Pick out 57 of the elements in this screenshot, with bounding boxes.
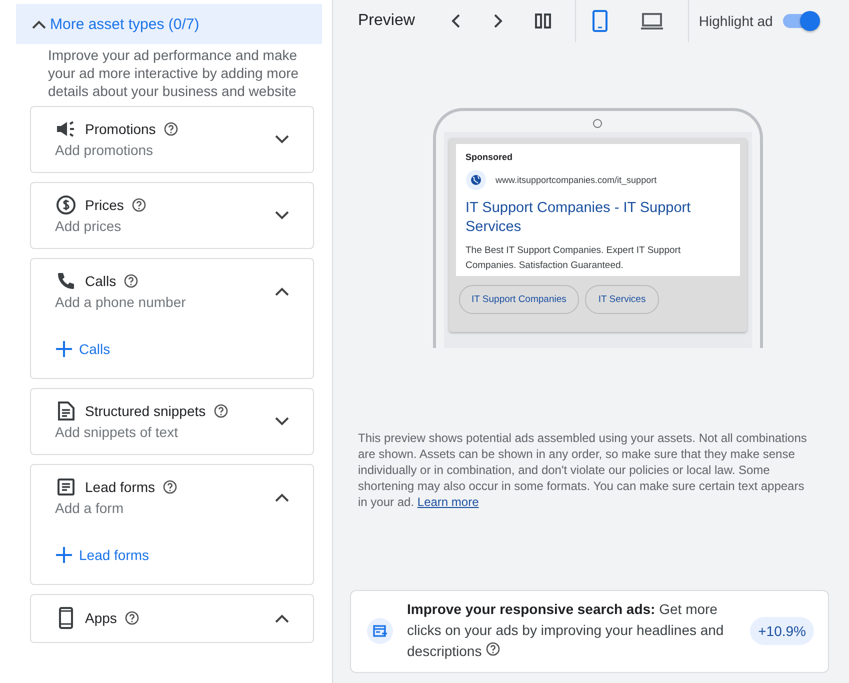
asset-subtitle: Add a form: [55, 499, 124, 517]
asset-subtitle: Add promotions: [55, 141, 154, 159]
asset-title: Lead forms: [85, 478, 156, 497]
ad-headline[interactable]: IT Support Companies - IT Support Services: [466, 199, 730, 237]
highlight-toggle[interactable]: [782, 14, 817, 28]
chevron-icon[interactable]: [32, 20, 46, 28]
help-icon[interactable]: [124, 611, 139, 625]
form-icon: [57, 478, 75, 496]
chevron-icon[interactable]: [275, 492, 289, 502]
asset-title: Apps: [85, 609, 117, 628]
calendar-add-icon: [367, 618, 393, 644]
camera-dot: [593, 119, 602, 128]
chevron-icon[interactable]: [275, 416, 289, 426]
disclaimer-text: This preview shows potential ads assembled using your assets. Not all combinations are shown. Assets can be shown in any order, so make sure that they make sense individually or in combination, and don't violate our policies or local law. Some shortening may also occur in some formats. You can make sure certain text appears in your ad. Learn more: [358, 430, 808, 510]
section-header[interactable]: More asset types (0/7): [16, 4, 322, 44]
learn-more-link[interactable]: Learn more: [417, 495, 479, 509]
asset-title: Calls: [85, 272, 116, 291]
laptop-icon: [640, 12, 664, 30]
chevron-icon[interactable]: [275, 134, 289, 144]
phone-device-icon: [59, 607, 73, 629]
plus-icon: [55, 340, 73, 358]
highlight-label: Highlight ad: [698, 13, 773, 29]
help-icon[interactable]: [486, 642, 500, 656]
ad-description: The Best IT Support Companies. Expert IT Support Companies. Satisfaction Guaranteed.: [466, 244, 682, 273]
phone-icon: [56, 271, 76, 291]
chevron-icon[interactable]: [275, 286, 289, 296]
asset-subtitle: Add a phone number: [55, 293, 187, 311]
help-icon[interactable]: [132, 198, 146, 212]
sitelink-chip[interactable]: IT Support Companies: [458, 285, 580, 314]
suggestion-text: Improve your responsive search ads: Get more clicks on your ads by improving your headlines and descriptions: [407, 600, 725, 661]
smartphone-icon: [592, 10, 608, 32]
megaphone-icon: [55, 120, 77, 138]
add-button[interactable]: Calls: [55, 340, 110, 358]
asset-title: Promotions: [85, 120, 156, 139]
dollar-icon: [56, 195, 76, 215]
sponsored-label: Sponsored: [466, 152, 514, 162]
columns-icon: [534, 13, 551, 29]
asset-subtitle: Add prices: [55, 217, 122, 235]
improvement-badge: +10.9%: [750, 616, 814, 644]
chevron-left-icon: [450, 14, 461, 28]
preview-title: Preview: [358, 12, 415, 30]
asset-title: Prices: [85, 196, 124, 215]
help-icon[interactable]: [214, 404, 228, 418]
chevron-right-icon: [492, 14, 503, 28]
plus-icon: [55, 546, 73, 564]
help-icon[interactable]: [164, 122, 178, 136]
help-icon[interactable]: [124, 274, 138, 288]
asset-subtitle: Add snippets of text: [55, 423, 179, 441]
help-icon[interactable]: [163, 480, 178, 494]
chevron-icon[interactable]: [275, 614, 289, 622]
asset-title: Structured snippets: [85, 402, 206, 421]
ad-url: www.itsupportcompanies.com/it_support: [496, 175, 657, 185]
add-button[interactable]: Lead forms: [55, 546, 150, 564]
sitelink-chip[interactable]: IT Services: [585, 285, 659, 314]
chevron-icon[interactable]: [275, 210, 289, 220]
section-description: Improve your ad performance and make your ad more interactive by adding more details about your business and website: [48, 46, 300, 100]
document-icon: [57, 401, 75, 421]
